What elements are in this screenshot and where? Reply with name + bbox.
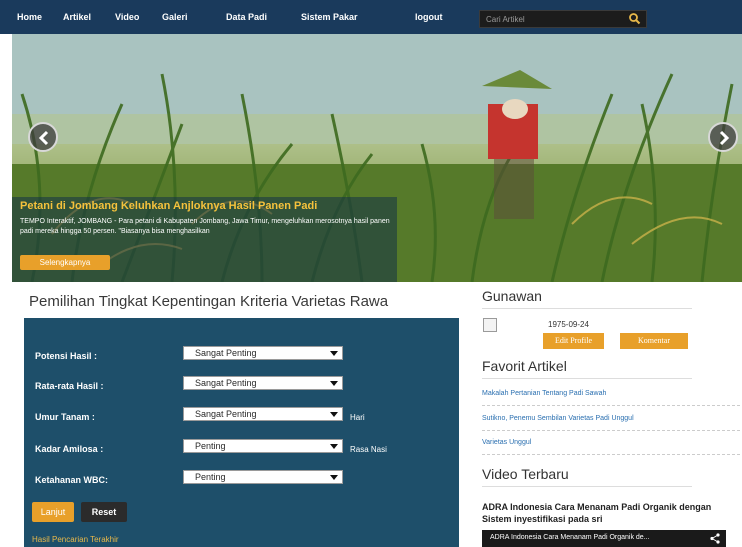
nav-sistem-pakar[interactable]: Sistem Pakar <box>301 0 358 34</box>
top-navigation-bar: Home Artikel Video Galeri Data Padi Sist… <box>0 0 742 34</box>
favorit-heading: Favorit Artikel <box>482 358 567 374</box>
select-value: Sangat Penting <box>195 378 257 388</box>
divider <box>482 454 740 455</box>
favorit-link-2[interactable]: Sutikno, Penemu Sembilan Varietas Padi U… <box>482 415 634 422</box>
select-ketahanan-wbc[interactable]: Penting <box>183 470 343 484</box>
divider <box>482 486 692 487</box>
select-value: Penting <box>195 472 226 482</box>
nav-home[interactable]: Home <box>17 0 42 34</box>
slider-next-button[interactable] <box>708 122 738 152</box>
history-link[interactable]: Hasil Pencarian Terakhir <box>32 535 119 544</box>
video-heading: Video Terbaru <box>482 466 569 482</box>
label-ketahanan-wbc: Ketahanan WBC: <box>35 475 109 485</box>
chevron-down-icon <box>330 475 338 480</box>
divider <box>482 430 740 431</box>
search-box <box>479 10 647 28</box>
hero-title[interactable]: Petani di Jombang Keluhkan Anjloknya Has… <box>20 200 317 212</box>
chevron-right-icon <box>719 130 730 146</box>
chevron-down-icon <box>330 351 338 356</box>
search-input[interactable] <box>486 13 616 26</box>
label-potensi-hasil: Potensi Hasil : <box>35 351 98 361</box>
video-title[interactable]: ADRA Indonesia Cara Menanam Padi Organik… <box>482 501 740 525</box>
video-bar-title: ADRA Indonesia Cara Menanam Padi Organik… <box>490 534 650 541</box>
page-title: Pemilihan Tingkat Kepentingan Kriteria V… <box>29 293 389 310</box>
share-icon[interactable] <box>710 533 720 544</box>
divider <box>482 378 692 379</box>
avatar-broken-image-icon <box>483 318 497 332</box>
divider <box>482 308 692 309</box>
video-player[interactable]: ADRA Indonesia Cara Menanam Padi Organik… <box>482 530 726 547</box>
favorit-link-1[interactable]: Makalah Pertanian Tentang Padi Sawah <box>482 390 606 397</box>
hero-caption: Petani di Jombang Keluhkan Anjloknya Has… <box>12 197 397 282</box>
nav-galeri[interactable]: Galeri <box>162 0 188 34</box>
slider-prev-button[interactable] <box>28 122 58 152</box>
nav-video[interactable]: Video <box>115 0 139 34</box>
select-value: Penting <box>195 441 226 451</box>
comment-button[interactable]: Komentar <box>620 333 688 349</box>
nav-data-padi[interactable]: Data Padi <box>226 0 267 34</box>
hero-excerpt: TEMPO Interaktif, JOMBANG - Para petani … <box>20 218 390 235</box>
label-rata-rata-hasil: Rata-rata Hasil : <box>35 381 104 391</box>
select-potensi-hasil[interactable]: Sangat Penting <box>183 346 343 360</box>
divider <box>482 405 740 406</box>
read-more-button[interactable]: Selengkapnya <box>20 255 110 270</box>
username-heading: Gunawan <box>482 288 542 304</box>
chevron-down-icon <box>330 412 338 417</box>
submit-button[interactable]: Lanjut <box>32 502 74 522</box>
hero-slider: Petani di Jombang Keluhkan Anjloknya Has… <box>12 34 742 282</box>
search-icon[interactable] <box>628 12 642 26</box>
select-value: Sangat Penting <box>195 409 257 419</box>
select-kadar-amilosa[interactable]: Penting <box>183 439 343 453</box>
chevron-down-icon <box>330 444 338 449</box>
label-umur-tanam: Umur Tanam : <box>35 412 95 422</box>
label-kadar-amilosa: Kadar Amilosa : <box>35 444 104 454</box>
favorit-link-3[interactable]: Varietas Unggul <box>482 439 531 446</box>
unit-hari: Hari <box>350 413 365 422</box>
nav-logout[interactable]: logout <box>415 0 443 34</box>
criteria-form: Potensi Hasil : Sangat Penting Rata-rata… <box>24 318 459 547</box>
chevron-left-icon <box>38 130 49 146</box>
chevron-down-icon <box>330 381 338 386</box>
nav-artikel[interactable]: Artikel <box>63 0 91 34</box>
reset-button[interactable]: Reset <box>81 502 127 522</box>
select-rata-rata-hasil[interactable]: Sangat Penting <box>183 376 343 390</box>
select-value: Sangat Penting <box>195 348 257 358</box>
birthdate: 1975-09-24 <box>548 320 589 329</box>
select-umur-tanam[interactable]: Sangat Penting <box>183 407 343 421</box>
edit-profile-button[interactable]: Edit Profile <box>543 333 604 349</box>
unit-rasa-nasi: Rasa Nasi <box>350 445 387 454</box>
